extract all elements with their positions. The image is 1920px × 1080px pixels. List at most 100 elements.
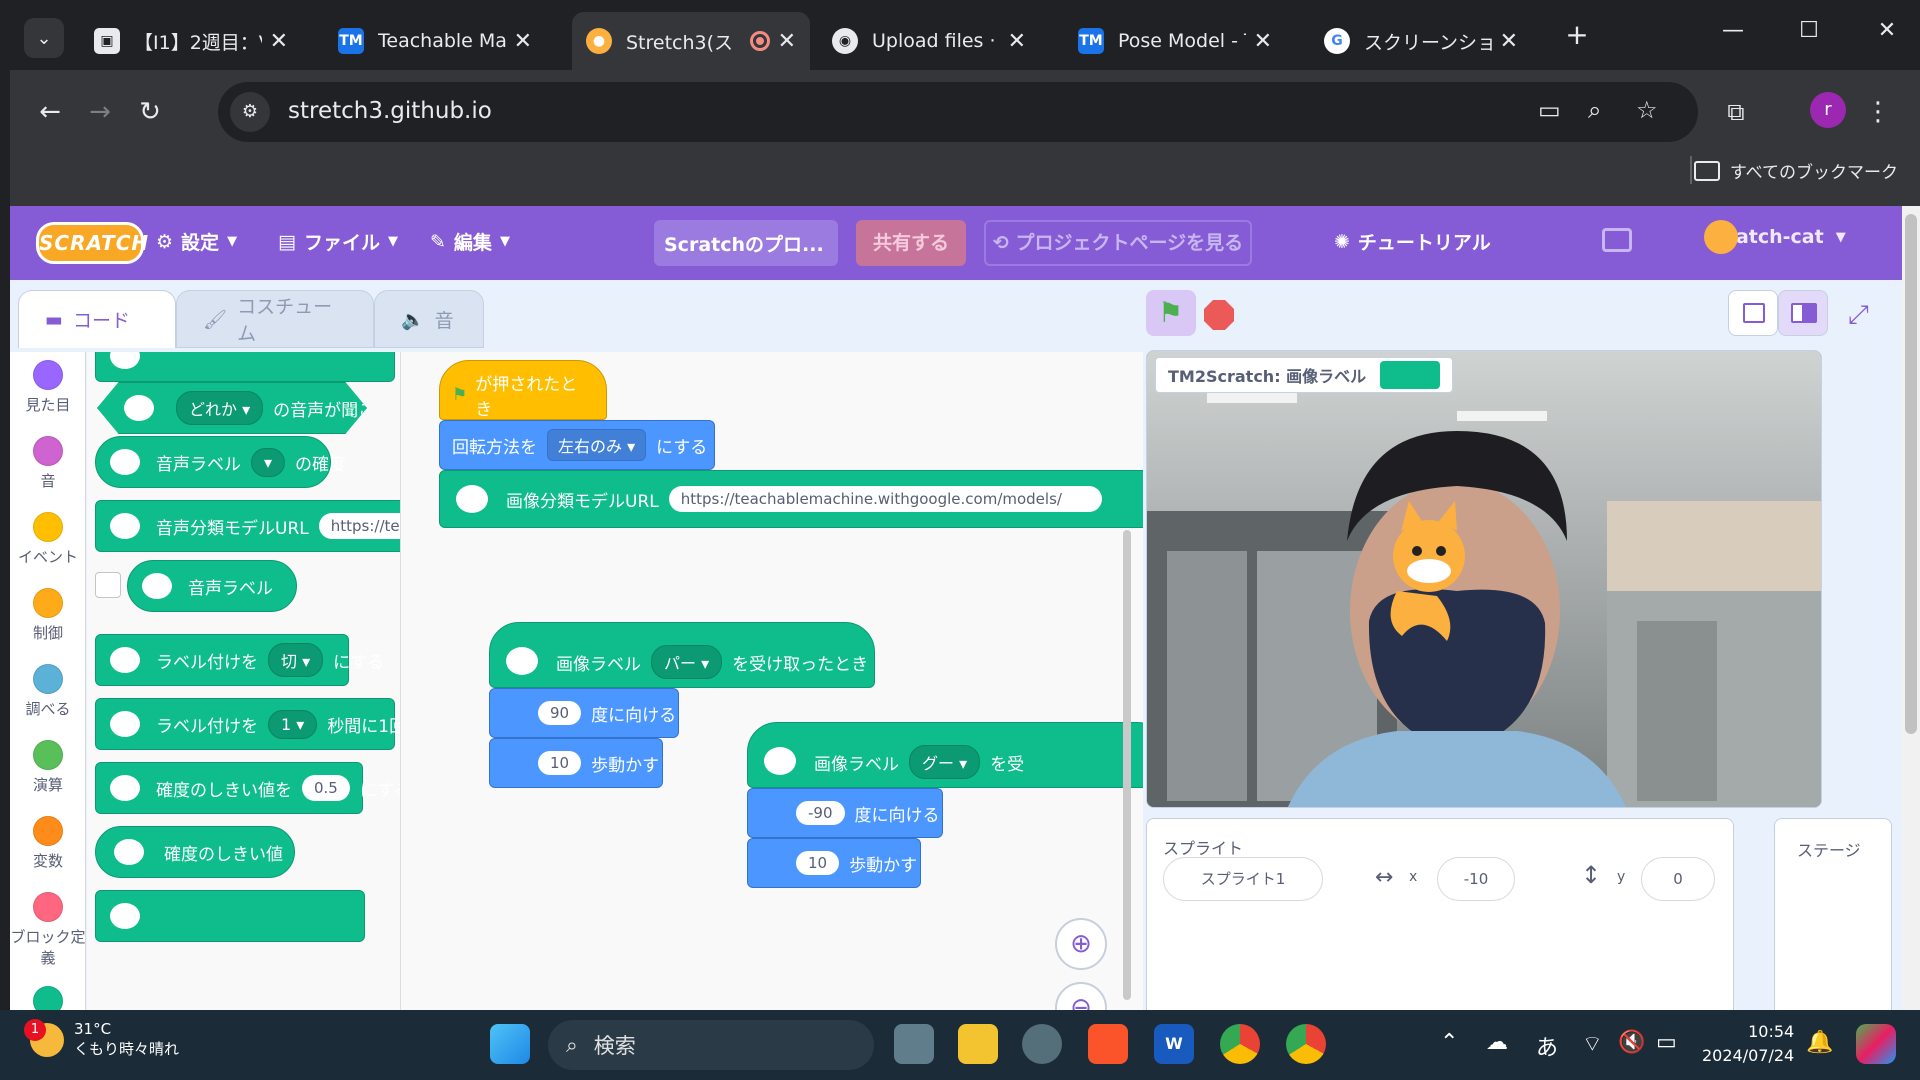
file-menu[interactable]: ▤ ファイル ▼ [278, 228, 398, 255]
onedrive-icon[interactable]: ☁ [1486, 1030, 1508, 1055]
point-in-direction-block[interactable]: -90 度に向ける [747, 788, 943, 838]
extensions-icon[interactable]: ⧉ [1714, 90, 1758, 134]
battery-icon[interactable]: ▭ [1656, 1030, 1677, 1055]
close-icon[interactable]: ✕ [270, 29, 288, 54]
maximize-button[interactable]: ☐ [1786, 18, 1832, 43]
zoom-icon[interactable]: ⌕ [1588, 96, 1601, 124]
scrollbar-thumb[interactable] [1905, 214, 1917, 734]
taskbar-search[interactable]: ⌕ 検索 [548, 1020, 874, 1070]
close-icon[interactable]: ✕ [1500, 29, 1518, 54]
dropdown[interactable]: どれか ▾ [176, 391, 264, 425]
palette-block-sound-model-url[interactable]: 音声分類モデルURL https://teachablem [95, 500, 400, 552]
when-flag-clicked-block[interactable]: ⚑ が押されたとき [439, 360, 607, 420]
all-bookmarks[interactable]: すべてのブックマーク [1693, 158, 1898, 183]
category-looks[interactable]: 見た目 [10, 360, 86, 415]
when-image-label-received-block[interactable]: 画像ラベル パー ▾ を受け取ったとき [489, 622, 875, 688]
dropdown[interactable]: 切 ▾ [268, 643, 324, 677]
stage-selector[interactable]: ステージ [1774, 818, 1892, 1010]
close-window-button[interactable]: ✕ [1864, 18, 1910, 43]
file-explorer-icon[interactable] [958, 1024, 998, 1064]
tab-costumes[interactable]: 🖌 コスチューム [176, 290, 374, 348]
set-rotation-style-block[interactable]: 回転方法を 左右のみ ▾ にする [439, 420, 715, 470]
number-input[interactable]: 10 [538, 751, 582, 775]
settings-menu[interactable]: ⚙ 設定 ▼ [156, 228, 237, 255]
minimize-button[interactable]: — [1710, 18, 1756, 43]
palette-block-labeling[interactable]: ラベル付けを 切 ▾ にする [95, 634, 384, 686]
tab-code[interactable]: ▬ コード [18, 290, 176, 348]
see-project-page-button[interactable]: ⟲ プロジェクトページを見る [984, 220, 1252, 266]
stop-button[interactable] [1204, 300, 1234, 330]
url-text[interactable]: stretch3.github.io [288, 98, 492, 124]
category-control[interactable]: 制御 [10, 588, 86, 643]
x-input[interactable]: -10 [1437, 857, 1515, 901]
palette-block-partial[interactable] [95, 890, 365, 942]
dropdown[interactable]: パー ▾ [651, 645, 723, 679]
system-clock[interactable]: 10:54 2024/07/24 [1702, 1020, 1794, 1068]
address-bar[interactable]: ⚙ stretch3.github.io ▭ ⌕ ☆ [218, 82, 1698, 142]
url-input[interactable]: https://teachablemachine.withgoogle.com/… [668, 486, 1102, 512]
chevron-up-icon[interactable]: ⌃ [1440, 1030, 1458, 1055]
url-input[interactable]: https://teachablem [318, 513, 400, 539]
sprite-name-input[interactable]: スプライト1 [1163, 857, 1323, 901]
dropdown[interactable]: ▾ [251, 447, 286, 477]
share-button[interactable]: 共有する [856, 220, 966, 266]
palette-block-threshold[interactable]: 確度のしきい値を 0.5 にする [95, 762, 400, 814]
bell-icon[interactable]: 🔔 [1806, 1030, 1833, 1055]
page-scrollbar[interactable] [1902, 206, 1920, 1010]
move-steps-block[interactable]: 10 歩動かす [747, 838, 921, 888]
palette-block-sound-label[interactable]: 音声ラベル [127, 560, 297, 612]
weather-widget[interactable]: 1 31°C くもり時々晴れ [24, 1018, 179, 1059]
chrome-profile-icon[interactable] [1286, 1024, 1326, 1064]
camera-icon[interactable]: ▭ [1538, 96, 1561, 124]
close-icon[interactable]: ✕ [778, 29, 796, 54]
browser-tab-active[interactable]: ● Stretch3(ス ✕ [572, 12, 810, 70]
stage[interactable]: TM2Scratch: 画像ラベル [1146, 350, 1822, 808]
close-icon[interactable]: ✕ [1254, 29, 1272, 54]
category-variables[interactable]: 変数 [10, 816, 86, 871]
move-steps-block[interactable]: 10 歩動かす [489, 738, 663, 788]
reload-button[interactable]: ↻ [128, 90, 172, 134]
palette-block-labeling-interval[interactable]: ラベル付けを 1 ▾ 秒間に1回行う [95, 698, 400, 750]
zoom-out-button[interactable]: ⊖ [1055, 982, 1107, 1010]
category-events[interactable]: イベント [10, 512, 86, 567]
ime-indicator[interactable]: あ [1536, 1030, 1558, 1062]
scratch-logo[interactable]: SCRATCH [36, 222, 148, 264]
browser-tab[interactable]: ◉ Upload files · r ✕ [818, 12, 1040, 70]
image-model-url-block[interactable]: 画像分類モデルURL https://teachablemachine.with… [439, 470, 1143, 528]
category-operators[interactable]: 演算 [10, 740, 86, 795]
start-button[interactable] [490, 1024, 530, 1064]
palette-block-threshold-reporter[interactable]: 確度のしきい値 [95, 826, 295, 878]
settings-icon[interactable] [1022, 1024, 1062, 1064]
number-input[interactable]: 10 [796, 851, 840, 875]
back-button[interactable]: ← [28, 90, 72, 134]
palette-block-sound-heard[interactable]: どれか ▾ の音声が聞こえた [97, 382, 367, 434]
category-sound[interactable]: 音 [10, 436, 86, 491]
site-info-icon[interactable]: ⚙ [230, 92, 270, 132]
green-flag-button[interactable]: ⚑ [1146, 290, 1196, 336]
menu-icon[interactable]: ⋮ [1856, 90, 1900, 134]
chrome-icon[interactable] [1220, 1024, 1260, 1064]
zoom-in-button[interactable]: ⊕ [1055, 918, 1107, 970]
account-menu[interactable]: scratch-cat ▼ [1704, 220, 1846, 254]
tab-sounds[interactable]: 🔈 音 [374, 290, 484, 348]
task-view-icon[interactable] [894, 1024, 934, 1064]
close-icon[interactable]: ✕ [1008, 29, 1026, 54]
browser-tab[interactable]: TM Teachable Mac ✕ [324, 12, 546, 70]
palette-block-partial[interactable] [95, 352, 395, 382]
fullscreen-icon[interactable]: ⤢ [1848, 300, 1869, 331]
tab-search-button[interactable]: ⌄ [24, 18, 64, 58]
copilot-icon[interactable] [1856, 1024, 1896, 1064]
dropdown[interactable]: 1 ▾ [268, 709, 318, 739]
browser-tab[interactable]: ▣ 【I1】2週目：VR ✕ [80, 12, 302, 70]
bookmark-star-icon[interactable]: ☆ [1636, 96, 1658, 124]
forward-button[interactable]: → [78, 90, 122, 134]
number-input[interactable]: -90 [796, 801, 845, 825]
tutorials-button[interactable]: ✺ チュートリアル [1334, 228, 1491, 255]
number-input[interactable]: 0.5 [302, 775, 350, 801]
close-icon[interactable]: ✕ [514, 29, 532, 54]
number-input[interactable]: 90 [538, 701, 582, 725]
profile-avatar[interactable]: r [1810, 92, 1846, 128]
edit-menu[interactable]: ✎ 編集 ▼ [430, 228, 510, 255]
browser-tab[interactable]: G スクリーンショット ✕ [1310, 12, 1532, 70]
category-extension[interactable] [10, 986, 86, 1010]
